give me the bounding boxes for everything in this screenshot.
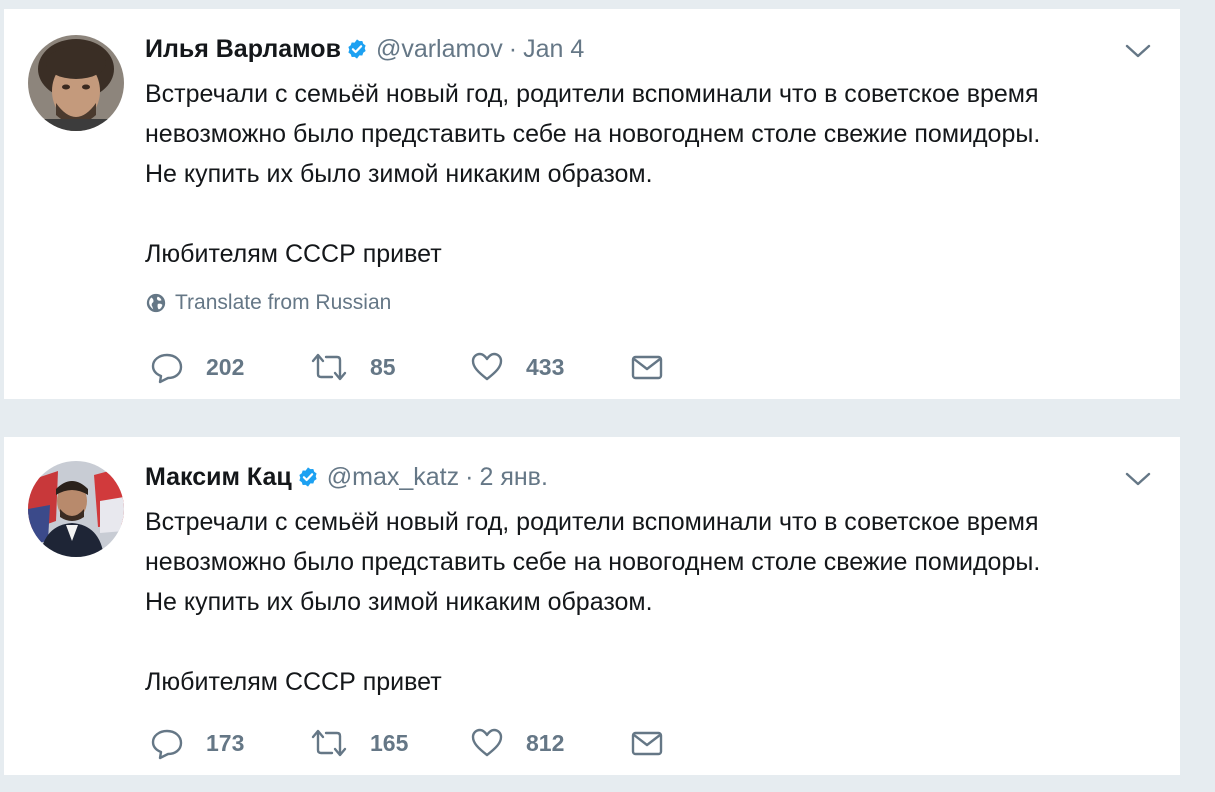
chevron-down-icon[interactable] [1124, 469, 1152, 489]
direct-message-button[interactable] [630, 725, 664, 761]
like-count: 812 [526, 729, 565, 756]
author-name[interactable]: Максим Кац [145, 463, 292, 492]
tweet-actions: 173 165 812 [150, 725, 710, 761]
reply-count: 173 [206, 729, 245, 756]
tweet-date[interactable]: Jan 4 [523, 35, 584, 64]
avatar-image [28, 35, 124, 131]
page-gutter [1180, 0, 1215, 792]
translate-label: Translate from Russian [175, 291, 392, 314]
avatar[interactable] [28, 35, 124, 131]
author-handle[interactable]: @varlamov [376, 35, 503, 64]
like-button[interactable]: 812 [470, 725, 564, 761]
avatar[interactable] [28, 461, 124, 557]
retweet-button[interactable]: 85 [310, 349, 396, 385]
tweet-text-line: Не купить их было зимой никаким образом. [145, 160, 653, 188]
envelope-icon [631, 355, 663, 380]
tweet-text-line: Встречали с семьёй новый год, родители в… [145, 508, 1039, 536]
separator-dot: · [508, 34, 518, 63]
avatar-image [28, 461, 124, 557]
tweet-text: Встречали с семьёй новый год, родители в… [145, 74, 1040, 274]
author-handle[interactable]: @max_katz [327, 463, 459, 492]
heart-icon [471, 352, 503, 381]
tweet-header: Илья Варламов @varlamov · Jan 4 [145, 29, 584, 69]
verified-badge-icon [297, 466, 319, 488]
envelope-icon [631, 731, 663, 756]
retweet-icon [311, 353, 347, 381]
reply-icon [151, 353, 183, 384]
retweet-button[interactable]: 165 [310, 725, 408, 761]
tweet-text-line: невозможно было представить себе на ново… [145, 548, 1041, 576]
globe-icon [146, 293, 166, 313]
translate-link[interactable]: Translate from Russian [145, 289, 391, 317]
reply-count: 202 [206, 353, 245, 380]
tweet-header: Максим Кац @max_katz · 2 янв. [145, 457, 548, 497]
retweet-icon [311, 729, 347, 757]
tweet-text: Встречали с семьёй новый год, родители в… [145, 502, 1040, 702]
tweet-date[interactable]: 2 янв. [479, 463, 547, 492]
reply-button[interactable]: 173 [150, 725, 244, 761]
retweet-count: 85 [370, 353, 396, 380]
heart-icon [471, 728, 503, 757]
retweet-count: 165 [370, 729, 409, 756]
tweet-text-line: невозможно было представить себе на ново… [145, 120, 1041, 148]
reply-icon [151, 729, 183, 760]
tweet-text-line: Любителям СССР привет [145, 668, 442, 696]
tweet-card[interactable]: Илья Варламов @varlamov · Jan 4 Встречал… [4, 8, 1180, 400]
verified-badge-icon [346, 38, 368, 60]
tweet-actions: 202 85 433 [150, 349, 710, 385]
chevron-down-icon[interactable] [1124, 41, 1152, 61]
tweet-card[interactable]: Максим Кац @max_katz · 2 янв. Встречали … [4, 436, 1180, 776]
like-button[interactable]: 433 [470, 349, 564, 385]
tweet-text-line: Встречали с семьёй новый год, родители в… [145, 80, 1039, 108]
author-name[interactable]: Илья Варламов [145, 35, 341, 64]
direct-message-button[interactable] [630, 349, 664, 385]
like-count: 433 [526, 353, 565, 380]
tweet-text-line: Любителям СССР привет [145, 240, 442, 268]
separator-dot: · [465, 462, 474, 491]
tweet-text-line: Не купить их было зимой никаким образом. [145, 588, 653, 616]
reply-button[interactable]: 202 [150, 349, 244, 385]
